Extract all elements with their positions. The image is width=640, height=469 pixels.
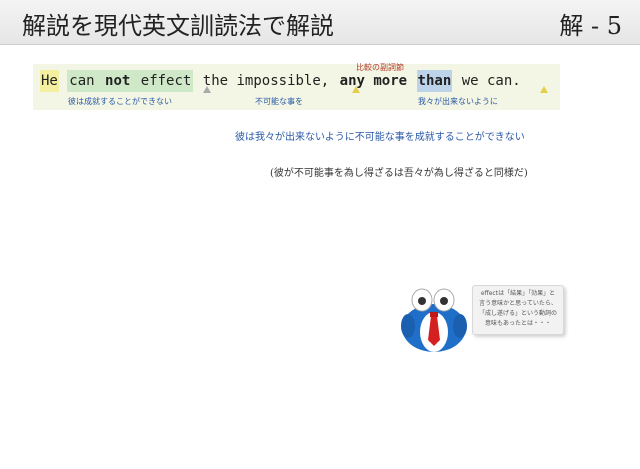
bubble-line: 意味もあったとは・・・ <box>484 320 551 327</box>
classical-translation: (彼が不可能事を為し得ざるは吾々が為し得ざると同様だ) <box>270 168 528 179</box>
gloss-than-we-can: 我々が出来ないように <box>418 97 498 106</box>
bubble-line: 「成し遂げる」という動詞の <box>478 310 557 317</box>
word-than: than <box>416 70 453 92</box>
order-marker-1 <box>203 86 211 93</box>
word-can: can <box>69 73 95 89</box>
phrase-the-impossible: the impossible, <box>202 73 330 89</box>
phrase-any-more: any more <box>339 73 408 89</box>
word-effect: effect <box>140 73 192 89</box>
japanese-translation: 彼は我々が出来ないように不可能な事を成就することができない <box>235 132 525 143</box>
mascot-icon <box>401 288 467 352</box>
english-sentence: He can not effect the impossible, any mo… <box>40 70 522 92</box>
order-marker-3 <box>540 86 548 93</box>
gloss-the-impossible: 不可能な事を <box>255 97 303 106</box>
order-marker-2 <box>352 86 360 93</box>
word-not: not <box>105 73 131 89</box>
bubble-line: 言う意味かと思っていたら、 <box>479 300 557 307</box>
phrase-can-not-effect: can not effect <box>67 70 194 92</box>
bubble-line: effectは「結果」「効果」と <box>480 290 556 297</box>
slide-header: 解説を現代英文訓読法で解説 解 - 5 <box>0 0 640 45</box>
page-label: 解 - 5 <box>559 12 622 40</box>
slide-title: 解説を現代英文訓読法で解説 <box>22 12 334 40</box>
mascot-character <box>400 288 468 354</box>
speech-bubble: effectは「結果」「効果」と 言う意味かと思っていたら、 「成し遂げる」とい… <box>472 285 564 335</box>
phrase-we-can: we can. <box>461 73 521 89</box>
gloss-can-not-effect: 彼は成就することができない <box>68 97 172 106</box>
word-he: He <box>40 70 59 92</box>
